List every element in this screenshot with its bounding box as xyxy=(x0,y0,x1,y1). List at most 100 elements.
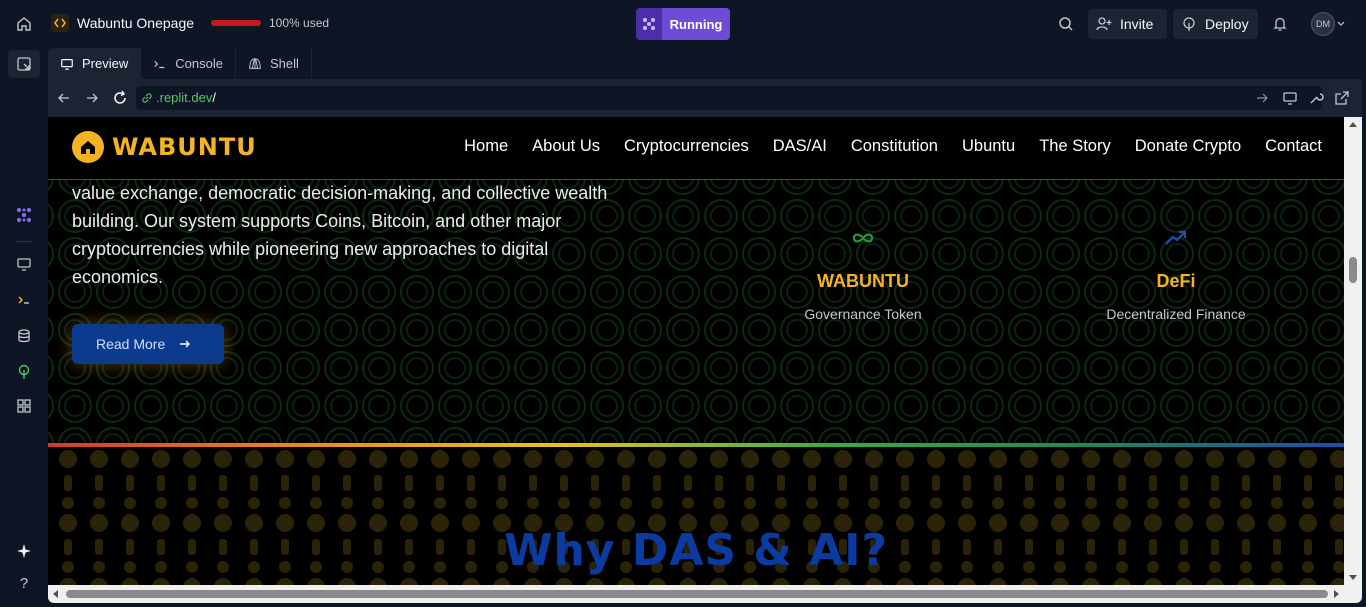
replit-agent-icon xyxy=(17,208,31,222)
monitor-icon xyxy=(61,58,73,70)
search-icon xyxy=(1059,17,1073,31)
card-subtitle: Decentralized Finance xyxy=(1106,306,1246,322)
left-rail: ? xyxy=(0,48,48,607)
home-icon xyxy=(17,17,31,31)
hero-paragraph: value exchange, democratic decision-maki… xyxy=(72,179,672,291)
tab-bar: Preview Console Shell xyxy=(48,48,1362,79)
devices-button[interactable] xyxy=(1282,90,1298,106)
search-button[interactable] xyxy=(1054,12,1078,36)
horizontal-scrollbar[interactable] xyxy=(48,585,1362,603)
deploy-button[interactable]: Deploy xyxy=(1173,9,1258,39)
site-logo[interactable]: WABUNTU xyxy=(112,133,257,161)
infinity-icon xyxy=(852,233,874,243)
url-path: / xyxy=(212,90,216,105)
tab-shell[interactable]: Shell xyxy=(236,48,312,79)
nav-constitution[interactable]: Constitution xyxy=(851,137,938,156)
defi-card: DeFi Decentralized Finance xyxy=(1076,227,1276,322)
devtools-button[interactable] xyxy=(1308,90,1324,106)
forward-button[interactable] xyxy=(84,90,100,106)
hero-line: building. Our system supports Coins, Bit… xyxy=(72,211,562,231)
scroll-up-icon[interactable] xyxy=(1349,121,1357,127)
token-card: WABUNTU Governance Token xyxy=(763,227,963,322)
open-new-tab-button[interactable] xyxy=(1334,90,1350,106)
nav-cryptocurrencies[interactable]: Cryptocurrencies xyxy=(624,137,749,156)
agent-button[interactable] xyxy=(12,203,36,227)
tab-console[interactable]: Console xyxy=(141,48,236,79)
url-bar: .replit.dev/ xyxy=(48,79,1362,117)
nav-donate-crypto[interactable]: Donate Crypto xyxy=(1135,137,1241,156)
url-host: .replit.dev xyxy=(156,90,213,105)
run-button[interactable]: Running xyxy=(636,8,730,40)
nav-contact[interactable]: Contact xyxy=(1265,137,1322,156)
scroll-right-icon[interactable] xyxy=(1334,590,1340,598)
tab-preview[interactable]: Preview xyxy=(48,48,142,79)
arrow-right-icon xyxy=(1257,93,1268,103)
back-button[interactable] xyxy=(56,90,72,106)
invite-button[interactable]: Invite xyxy=(1088,9,1167,39)
top-bar: Wabuntu Onepage 100% used Running Invite… xyxy=(0,0,1366,48)
avatar[interactable]: DM xyxy=(1311,12,1335,36)
section-heading: Why DAS & AI? xyxy=(503,525,889,576)
wrench-icon xyxy=(1310,93,1324,104)
deploy-label: Deploy xyxy=(1205,16,1249,32)
site-navbar: WABUNTU Home About Us Cryptocurrencies D… xyxy=(48,117,1344,180)
nav-home[interactable]: Home xyxy=(464,137,508,156)
all-tools[interactable] xyxy=(12,394,36,418)
tab-label: Console xyxy=(175,56,223,71)
site-nav-links: Home About Us Cryptocurrencies DAS/AI Co… xyxy=(464,137,1322,156)
add-user-icon xyxy=(1096,17,1112,31)
reload-button[interactable] xyxy=(112,90,128,106)
nav-the-story[interactable]: The Story xyxy=(1039,137,1111,156)
webview: WABUNTU Home About Us Cryptocurrencies D… xyxy=(48,117,1344,585)
hero-line: value exchange, democratic decision-maki… xyxy=(72,183,608,203)
hero-line: cryptocurrencies while pioneering new ap… xyxy=(72,239,549,259)
usage-bar xyxy=(211,20,261,26)
ai-button[interactable] xyxy=(12,539,36,563)
logo-home-icon[interactable] xyxy=(72,131,104,163)
tab-label: Preview xyxy=(82,56,129,71)
repl-name[interactable]: Wabuntu Onepage xyxy=(77,15,194,31)
home-button[interactable] xyxy=(10,10,38,38)
monitor-icon xyxy=(1283,92,1297,105)
go-button[interactable] xyxy=(1254,90,1270,106)
code-icon[interactable] xyxy=(51,14,69,32)
link-icon xyxy=(142,93,152,103)
nav-about-us[interactable]: About Us xyxy=(532,137,600,156)
monitor-icon xyxy=(17,258,31,271)
vertical-scroll-thumb[interactable] xyxy=(1349,257,1357,283)
scroll-down-icon[interactable] xyxy=(1349,575,1357,581)
chevron-down-icon[interactable] xyxy=(1337,20,1345,28)
arrow-right-icon xyxy=(87,93,98,103)
help-button[interactable]: ? xyxy=(12,571,36,595)
preview-panel: Preview Console Shell .replit.dev/ WABUN… xyxy=(48,48,1362,603)
nav-das-ai[interactable]: DAS/AI xyxy=(773,137,827,156)
help-icon: ? xyxy=(19,574,29,592)
scroll-left-icon[interactable] xyxy=(52,590,58,598)
run-label: Running xyxy=(662,8,730,40)
external-link-icon xyxy=(1335,91,1349,105)
horizontal-scroll-thumb[interactable] xyxy=(66,590,1328,598)
webview-tool[interactable] xyxy=(12,252,36,276)
arrow-right-icon xyxy=(180,340,191,348)
running-icon xyxy=(636,8,662,40)
terminal-icon xyxy=(18,296,29,304)
reload-icon xyxy=(114,90,126,104)
bell-icon xyxy=(1273,17,1287,31)
url-text: .replit.dev/ xyxy=(156,90,216,105)
sparkle-icon xyxy=(17,544,31,558)
card-title: DeFi xyxy=(1156,271,1196,291)
deployments-tool[interactable] xyxy=(12,360,36,384)
notifications-button[interactable] xyxy=(1268,12,1292,36)
nav-ubuntu[interactable]: Ubuntu xyxy=(962,137,1015,156)
trending-up-icon xyxy=(1165,230,1187,245)
file-tree-toggle[interactable] xyxy=(8,50,40,78)
vertical-scrollbar[interactable] xyxy=(1344,117,1362,585)
usage-text: 100% used xyxy=(269,16,330,30)
console-tool[interactable] xyxy=(12,288,36,312)
url-input[interactable]: .replit.dev/ xyxy=(136,86,1322,110)
read-more-label: Read More xyxy=(96,336,166,352)
sidebar-icon xyxy=(17,57,31,71)
tab-label: Shell xyxy=(269,56,299,71)
database-tool[interactable] xyxy=(12,324,36,348)
read-more-button[interactable]: Read More xyxy=(72,324,224,364)
